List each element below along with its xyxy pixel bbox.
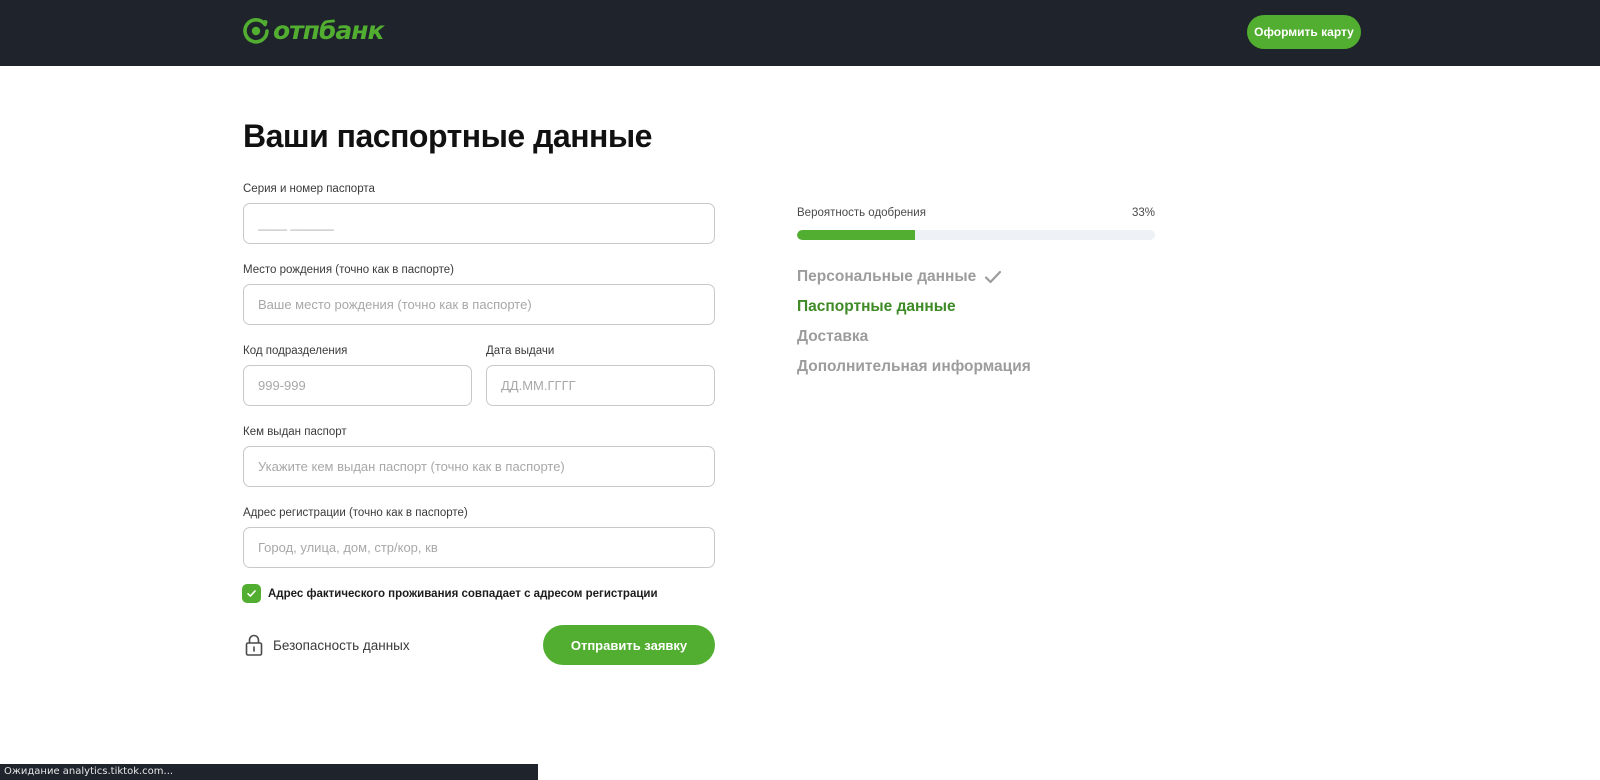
same-address-checkbox-label: Адрес фактического проживания совпадает … [268, 587, 658, 600]
issued-by-input[interactable] [243, 446, 715, 487]
registration-address-label: Адрес регистрации (точно как в паспорте) [243, 507, 468, 519]
birthplace-input[interactable] [243, 284, 715, 325]
step-passport-data: Паспортные данные [797, 292, 1031, 322]
approval-progress-bar [797, 230, 1155, 240]
check-icon [247, 590, 256, 597]
browser-status-bar: Ожидание analytics.tiktok.com... [0, 764, 538, 780]
data-security-label: Безопасность данных [273, 637, 410, 653]
lock-icon [245, 634, 263, 656]
otp-logo-icon [243, 18, 269, 44]
step-additional-info: Дополнительная информация [797, 352, 1031, 382]
registration-address-input[interactable] [243, 527, 715, 568]
check-icon [985, 270, 1002, 284]
passport-number-input[interactable] [243, 203, 715, 244]
issue-date-label: Дата выдачи [486, 345, 555, 357]
same-address-checkbox[interactable] [242, 584, 261, 603]
approval-progress-fill [797, 230, 916, 240]
issued-by-label: Кем выдан паспорт [243, 426, 347, 438]
approval-probability-label: Вероятность одобрения [797, 207, 926, 219]
birthplace-label: Место рождения (точно как в паспорте) [243, 264, 454, 276]
step-label: Персональные данные [797, 268, 977, 285]
data-security-note: Безопасность данных [245, 634, 410, 656]
division-code-label: Код подразделения [243, 345, 348, 357]
step-personal-data: Персональные данные [797, 262, 1031, 292]
steps-list: Персональные данные Паспортные данные До… [797, 262, 1031, 382]
logo-text: отпбанк [273, 16, 385, 45]
top-bar: отпбанк Оформить карту [0, 0, 1600, 66]
approval-probability-value: 33% [1131, 207, 1155, 219]
step-label: Дополнительная информация [797, 358, 1031, 375]
step-label: Доставка [797, 328, 869, 345]
page-title: Ваши паспортные данные [243, 118, 652, 154]
otp-logo[interactable]: отпбанк [243, 16, 385, 46]
step-delivery: Доставка [797, 322, 1031, 352]
division-code-input[interactable] [243, 365, 472, 406]
issue-date-input[interactable] [486, 365, 715, 406]
apply-card-button[interactable]: Оформить карту [1247, 15, 1361, 49]
passport-number-label: Серия и номер паспорта [243, 183, 375, 195]
submit-application-button[interactable]: Отправить заявку [543, 625, 715, 665]
same-address-checkbox-row[interactable]: Адрес фактического проживания совпадает … [242, 584, 658, 603]
step-label: Паспортные данные [797, 298, 956, 315]
